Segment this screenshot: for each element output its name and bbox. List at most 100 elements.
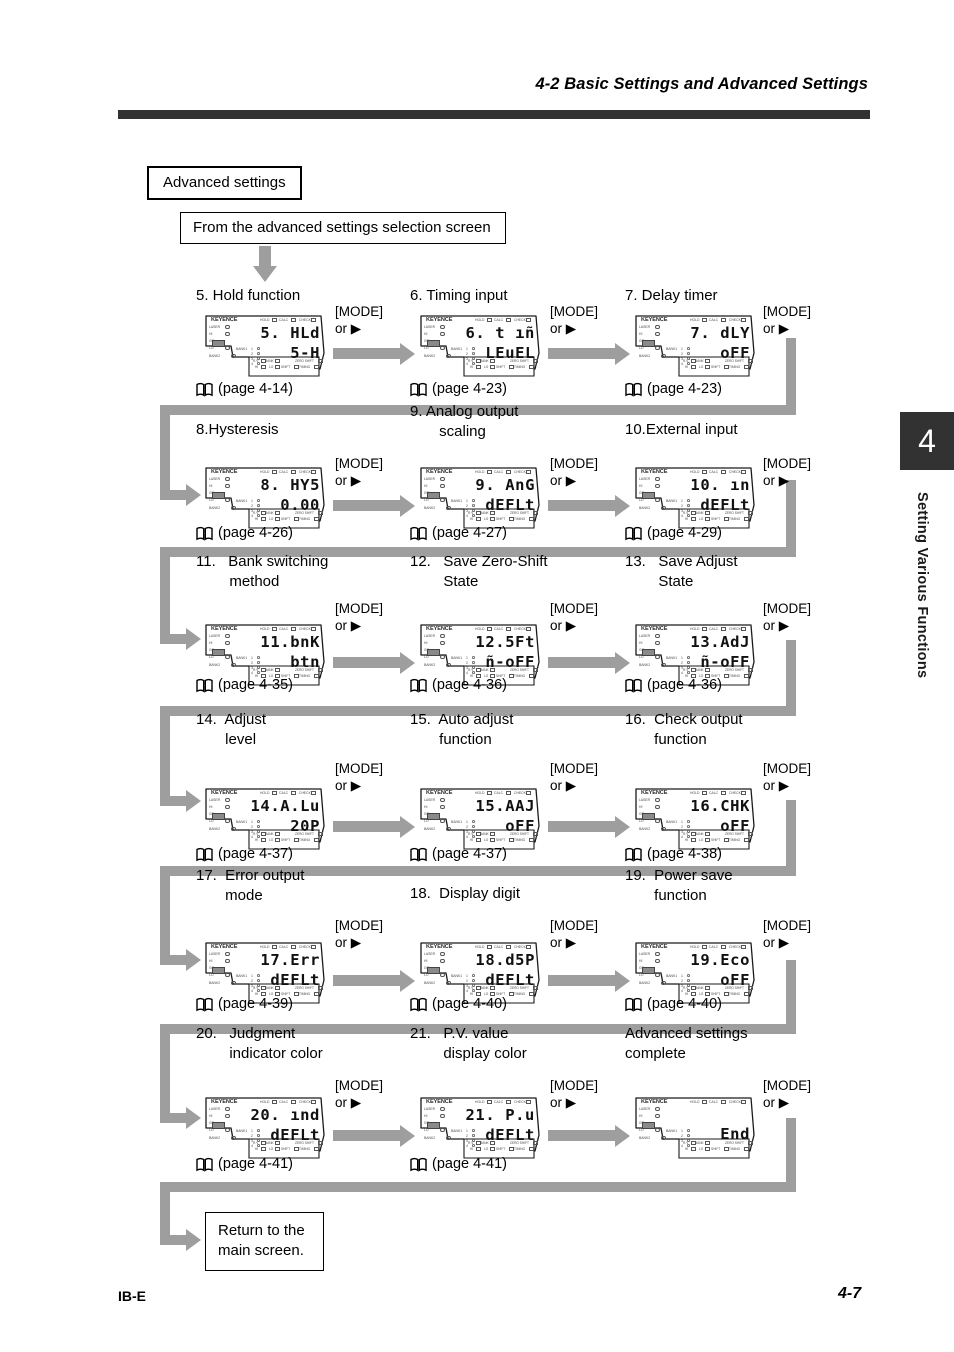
lcd-go-bar (426, 813, 440, 820)
mode-key-line1: [MODE] (335, 456, 384, 471)
lcd-side-label-bank2: BANK2 (424, 827, 436, 831)
lcd-side-label-laser: LASER (424, 1107, 436, 1111)
lcd-bank-index: 1 (681, 974, 683, 978)
lcd-bottom-checkbox (490, 516, 496, 521)
lcd-top-checkbox-hold (702, 317, 707, 322)
lcd-bottom-checkbox (743, 364, 749, 369)
lcd-bank-dot (257, 1129, 260, 1132)
lcd-bottom-label-shift: SHIFT (281, 1147, 291, 1151)
page-reference-text: (page 4-26) (218, 525, 293, 541)
lcd-segment-line-2: 5-H (290, 344, 320, 362)
lcd-side-lamp-bank2 (661, 505, 666, 511)
lcd-bottom-label-lo: LO (269, 365, 274, 369)
lcd-brand: KEYENCE (426, 1099, 453, 1105)
lcd-top-checkbox-hold (702, 1099, 707, 1104)
lcd-bank-index: 2 (681, 352, 683, 356)
lcd-side-label-hi: HI (209, 641, 213, 645)
mode-key-line2: or ▶ (763, 935, 790, 951)
lcd-bank-dot (687, 979, 690, 982)
lcd-side-lamp-hi (440, 483, 445, 489)
flow-connector-return-enter (160, 1235, 188, 1245)
mode-key-label-6: [MODE] or ▶ (763, 455, 811, 490)
lcd-top-checkbox-hold (272, 469, 277, 474)
lcd-bank-dot (257, 974, 260, 977)
page-reference-text: (page 4-41) (218, 1156, 293, 1172)
lcd-bank-dot (687, 661, 690, 664)
lcd-top-checkbox-check (311, 944, 316, 949)
lcd-segment-line-1: 20. ınd (250, 1106, 320, 1124)
mode-key-line1: [MODE] (550, 1078, 599, 1093)
lcd-bottom-checkbox (293, 991, 299, 996)
lcd-top-checkbox-hold (487, 790, 492, 795)
page-reference-5: (page 4-27) (410, 525, 507, 541)
lcd-segment-line-2: dEFLt (700, 496, 750, 514)
lcd-side-label-laser: LASER (639, 325, 651, 329)
lcd-bank-label: BANK1 (236, 346, 248, 351)
lcd-top-label-check: CHECK (729, 790, 741, 795)
lcd-bottom-label-r-v: R.V (253, 511, 259, 515)
lcd-brand: KEYENCE (641, 1099, 668, 1105)
step-title-1: 5. Hold function (196, 287, 301, 304)
flow-arrow-stem-10 (333, 821, 400, 832)
mode-key-line2: or ▶ (550, 935, 577, 951)
lcd-bottom-checkbox (313, 673, 319, 678)
lcd-top-checkbox-hold (487, 317, 492, 322)
footer-doc-code: IB-E (118, 1288, 146, 1304)
mode-key-line1: [MODE] (335, 761, 384, 776)
lcd-bottom-label-bank: BANK (695, 359, 704, 363)
lcd-bottom-label-timing: TIMING (729, 674, 741, 678)
lcd-side-label-laser: LASER (209, 325, 221, 329)
lcd-segment-line-1: 16.CHK (690, 797, 750, 815)
lcd-side-lamp-hi (655, 804, 660, 810)
lcd-top-checkbox-check (311, 1099, 316, 1104)
lcd-top-label-check: CHECK (514, 1099, 526, 1104)
lcd-bottom-label-hi: HI (255, 365, 259, 369)
lcd-bottom-label-hi: HI (685, 838, 689, 842)
lcd-bank-label: BANK1 (236, 819, 248, 824)
lcd-side-label-laser: LASER (424, 477, 436, 481)
lcd-bank-dot (257, 825, 260, 828)
page-reference-text: (page 4-29) (647, 525, 722, 541)
lcd-bottom-label-bank: BANK (265, 668, 274, 672)
lcd-side-label-hi: HI (639, 1114, 643, 1118)
lcd-side-label-bank2: BANK2 (639, 663, 651, 667)
lcd-side-lamp-hi (440, 331, 445, 337)
mode-key-line2: or ▶ (550, 321, 577, 337)
page-reference-text: (page 4-23) (432, 381, 507, 397)
lcd-bottom-checkbox (743, 673, 749, 678)
mode-key-line2: or ▶ (763, 618, 790, 634)
lcd-display-step-6: KEYENCEHOLDCALCCHECKLASERHIGOLOBANK2BANK… (633, 465, 757, 534)
lcd-top-checkbox-check (526, 469, 531, 474)
mode-key-label-2: [MODE] or ▶ (550, 303, 598, 338)
lcd-side-label-bank2: BANK2 (209, 981, 221, 985)
mode-key-label-14: [MODE] or ▶ (550, 917, 598, 952)
lcd-bottom-label-timing: TIMING (514, 365, 526, 369)
lcd-bank-dot (472, 1134, 475, 1137)
lcd-side-lamp-bank2 (446, 353, 451, 359)
step-title-17: 21. P.V. value display color (410, 1025, 527, 1062)
lcd-bottom-checkbox (313, 364, 319, 369)
lcd-side-lamp-hi (655, 1113, 660, 1119)
lcd-top-label-hold: HOLD (475, 790, 485, 795)
mode-key-label-3: [MODE] or ▶ (763, 303, 811, 338)
lcd-bottom-checkbox (293, 516, 299, 521)
lcd-bottom-label-bank: BANK (265, 511, 274, 515)
lcd-top-checkbox-calc (721, 317, 726, 322)
lcd-bank-label: BANK1 (451, 1128, 463, 1133)
lcd-top-label-hold: HOLD (475, 626, 485, 631)
lcd-bottom-label-shift: SHIFT (711, 365, 721, 369)
lcd-side-lamp-bank2 (231, 662, 236, 668)
lcd-bottom-checkbox (528, 364, 534, 369)
lcd-side-label-hi: HI (209, 1114, 213, 1118)
lcd-display-step-1: KEYENCEHOLDCALCCHECKLASERHIGOLOBANK2BANK… (203, 313, 327, 382)
return-to-main-screen-box: Return to the main screen. (205, 1212, 324, 1271)
lcd-side-lamp-bank2 (446, 826, 451, 832)
lcd-bank-index: 2 (466, 979, 468, 983)
mode-key-line2: or ▶ (550, 1095, 577, 1111)
lcd-segment-line-2: dEFLt (270, 971, 320, 989)
flow-connector-r3-downleft (160, 547, 170, 642)
step-title-13: 17. Error output mode (196, 867, 305, 904)
lcd-display-step-17: KEYENCEHOLDCALCCHECKLASERHIGOLOBANK2BANK… (418, 1095, 542, 1164)
lcd-segment-line-1: 19.Eco (690, 951, 750, 969)
lcd-bottom-checkbox (275, 667, 281, 672)
